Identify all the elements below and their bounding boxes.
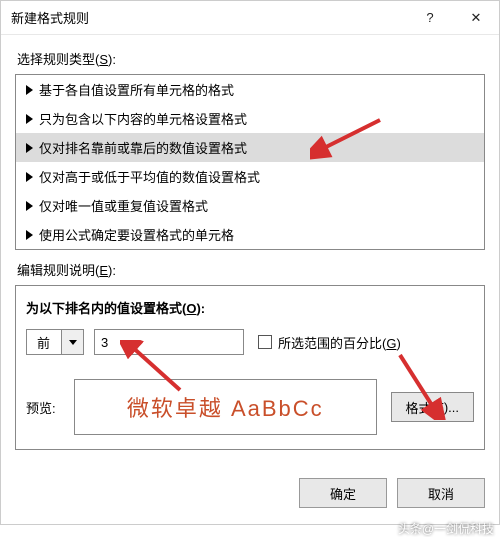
triangle-icon: [26, 172, 33, 182]
preview-label: 预览:: [26, 398, 60, 417]
dialog-footer: 确定 取消: [1, 464, 499, 524]
rule-type-item[interactable]: 只为包含以下内容的单元格设置格式: [16, 104, 484, 133]
dialog-new-formatting-rule: 新建格式规则 ? ✕ 选择规则类型(S): 基于各自值设置所有单元格的格式 只为…: [0, 0, 500, 525]
triangle-icon: [26, 230, 33, 240]
rule-type-item[interactable]: 仅对排名靠前或靠后的数值设置格式: [16, 133, 484, 162]
rule-type-item[interactable]: 基于各自值设置所有单元格的格式: [16, 75, 484, 104]
preview-row: 预览: 微软卓越 AaBbCc 格式(F)...: [26, 379, 474, 435]
close-button[interactable]: ✕: [453, 1, 499, 35]
direction-value: 前: [27, 333, 61, 352]
question-icon: ?: [426, 10, 433, 25]
titlebar: 新建格式规则 ? ✕: [1, 1, 499, 35]
chevron-down-icon: [69, 340, 77, 345]
watermark: 头条@一剑侃科技: [398, 520, 494, 537]
ok-button[interactable]: 确定: [299, 478, 387, 508]
direction-combo[interactable]: 前: [26, 329, 84, 355]
triangle-icon: [26, 114, 33, 124]
rule-type-item[interactable]: 使用公式确定要设置格式的单元格: [16, 220, 484, 249]
percent-label: 所选范围的百分比(G): [278, 333, 401, 352]
combo-dropdown-button[interactable]: [61, 330, 83, 354]
rank-count-input[interactable]: [94, 329, 244, 355]
close-icon: ✕: [471, 10, 482, 26]
window-title: 新建格式规则: [11, 8, 407, 27]
rule-type-item[interactable]: 仅对高于或低于平均值的数值设置格式: [16, 162, 484, 191]
format-preview: 微软卓越 AaBbCc: [74, 379, 377, 435]
rule-type-list[interactable]: 基于各自值设置所有单元格的格式 只为包含以下内容的单元格设置格式 仅对排名靠前或…: [15, 74, 485, 250]
rule-type-item[interactable]: 仅对唯一值或重复值设置格式: [16, 191, 484, 220]
preview-sample-text: 微软卓越 AaBbCc: [127, 391, 324, 423]
edit-rule-desc-label: 编辑规则说明(E):: [17, 260, 485, 279]
group-title: 为以下排名内的值设置格式(O):: [26, 298, 474, 317]
format-button[interactable]: 格式(F)...: [391, 392, 474, 422]
select-rule-type-label: 选择规则类型(S):: [17, 49, 485, 68]
percent-checkbox[interactable]: [258, 335, 272, 349]
cancel-button[interactable]: 取消: [397, 478, 485, 508]
dialog-content: 选择规则类型(S): 基于各自值设置所有单元格的格式 只为包含以下内容的单元格设…: [1, 35, 499, 464]
help-button[interactable]: ?: [407, 1, 453, 35]
triangle-icon: [26, 201, 33, 211]
rule-settings-group: 为以下排名内的值设置格式(O): 前 所选范围的百分比(G) 预览:: [15, 285, 485, 450]
percent-checkbox-wrap[interactable]: 所选范围的百分比(G): [258, 333, 401, 352]
triangle-icon: [26, 143, 33, 153]
top-bottom-row: 前 所选范围的百分比(G): [26, 329, 474, 355]
triangle-icon: [26, 85, 33, 95]
